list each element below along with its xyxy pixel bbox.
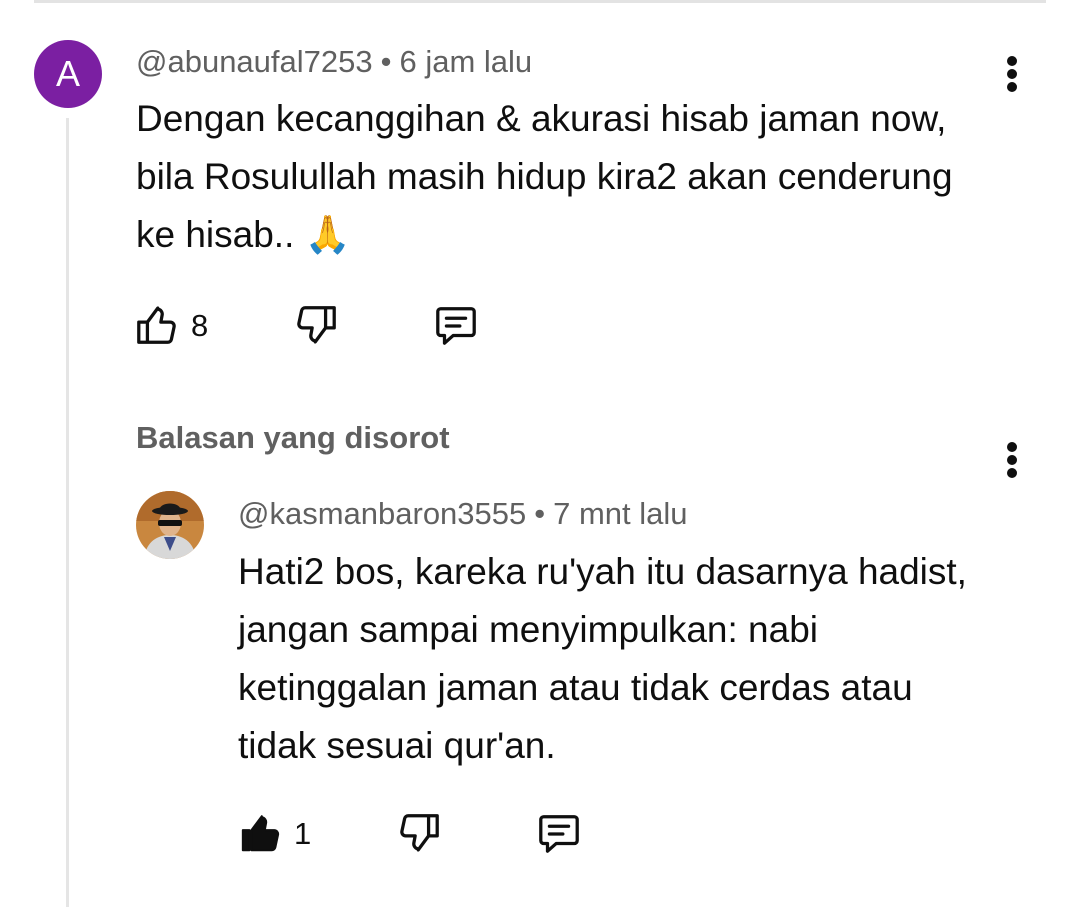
comment-text-line: ke hisab.. 🙏 [136,214,351,255]
reply-text-line: ketinggalan jaman atau tidak cerdas atau [238,667,913,708]
reply-time: 7 mnt lalu [553,496,688,531]
comment-time: 6 jam lalu [399,44,533,79]
thumbs-down-icon[interactable] [293,302,339,348]
meta-separator: • [534,496,546,531]
reply-text-line: jangan sampai menyimpulkan: nabi [238,609,819,650]
reply-icon[interactable] [535,810,583,856]
reply-author[interactable]: @kasmanbaron3555 [238,496,526,531]
comment-text: Dengan kecanggihan & akurasi hisab jaman… [136,90,1016,264]
reply-text: Hati2 bos, kareka ru'yah itu dasarnya ha… [238,543,1038,775]
comment-like-count: 8 [191,308,209,343]
comment-text-line: Dengan kecanggihan & akurasi hisab jaman… [136,98,947,139]
thumbs-down-icon[interactable] [396,810,442,856]
meta-separator: • [380,44,392,79]
thread-line [66,118,69,907]
comment-text-line: bila Rosulullah masih hidup kira2 akan c… [136,156,953,197]
top-divider [34,0,1046,3]
reply-kebab-menu-icon[interactable] [1000,436,1024,484]
highlighted-reply-label: Balasan yang disorot [136,420,450,455]
reply-like-count: 1 [294,816,312,851]
reply-icon[interactable] [432,302,480,348]
reply-text-line: tidak sesuai qur'an. [238,725,556,766]
reply-text-line: Hati2 bos, kareka ru'yah itu dasarnya ha… [238,551,967,592]
thumbs-up-filled-icon[interactable] [238,810,284,856]
comment-meta: @abunaufal7253 • 6 jam lalu [136,44,532,80]
reply-avatar[interactable] [136,491,204,559]
comment-author[interactable]: @abunaufal7253 [136,44,373,79]
thumbs-up-icon[interactable] [134,302,180,348]
avatar[interactable]: A [34,40,102,108]
reply-meta: @kasmanbaron3555 • 7 mnt lalu [238,496,688,532]
